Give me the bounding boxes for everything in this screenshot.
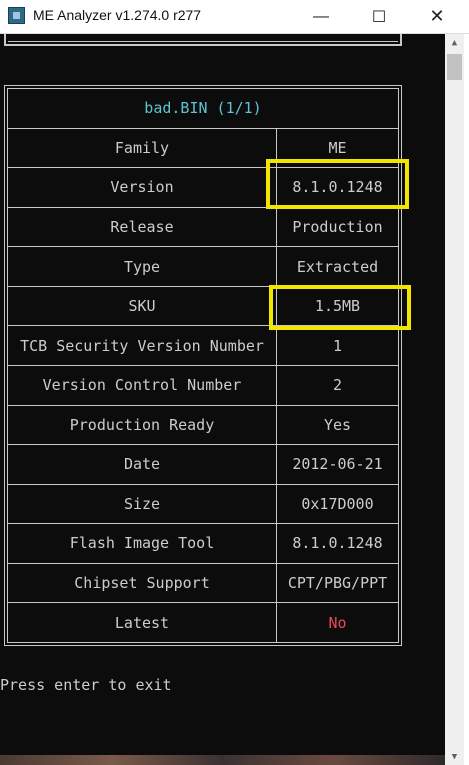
table-row: Size 0x17D000 (7, 483, 399, 525)
table-header-row: bad.BIN (1/1) (7, 88, 399, 129)
row-label: Flash Image Tool (7, 523, 277, 564)
row-value: Extracted (276, 246, 399, 287)
scroll-up-arrow-icon[interactable]: ▲ (445, 34, 464, 51)
close-button[interactable]: ✕ (408, 0, 466, 33)
scroll-down-arrow-icon[interactable]: ▼ (445, 748, 464, 765)
row-label: Type (7, 246, 277, 287)
row-value: 2 (276, 364, 399, 406)
table-row: Type Extracted (7, 246, 399, 287)
exit-prompt: Press enter to exit (0, 676, 172, 694)
version-highlight-box (266, 159, 409, 209)
row-label: Size (7, 483, 277, 525)
row-value: Yes (276, 404, 399, 446)
row-label: SKU (7, 285, 277, 327)
row-value: Production (276, 206, 399, 248)
table-row: Flash Image Tool 8.1.0.1248 (7, 523, 399, 564)
desktop-background-strip (0, 755, 445, 765)
background-window-edge (464, 34, 469, 765)
row-label: Release (7, 206, 277, 248)
row-label: Production Ready (7, 404, 277, 446)
row-label: Latest (7, 602, 277, 643)
title-bar[interactable]: ME Analyzer v1.274.0 r277 — ☐ ✕ (0, 0, 469, 34)
row-label: Version (7, 167, 277, 208)
window-title: ME Analyzer v1.274.0 r277 (33, 7, 202, 23)
row-label: TCB Security Version Number (7, 325, 277, 366)
previous-table-border (4, 34, 402, 46)
row-label: Chipset Support (7, 562, 277, 604)
app-icon (8, 7, 25, 24)
row-value: 2012-06-21 (276, 444, 399, 485)
table-row: Version Control Number 2 (7, 364, 399, 406)
table-row: Date 2012-06-21 (7, 444, 399, 485)
table-row: TCB Security Version Number 1 (7, 325, 399, 366)
table-row: Chipset Support CPT/PBG/PPT (7, 562, 399, 604)
scrollbar-thumb[interactable] (447, 54, 462, 80)
sku-highlight-box (269, 285, 411, 330)
table-row: Release Production (7, 206, 399, 248)
row-label: Date (7, 444, 277, 485)
minimize-button[interactable]: — (292, 0, 350, 33)
row-value: 0x17D000 (276, 483, 399, 525)
row-value: 1 (276, 325, 399, 366)
vertical-scrollbar[interactable]: ▲ ▼ (445, 34, 464, 765)
row-label: Family (7, 127, 277, 169)
latest-status-value: No (276, 602, 399, 643)
row-value: CPT/PBG/PPT (276, 562, 399, 604)
console-output[interactable]: bad.BIN (1/1) Family ME Version 8.1.0.12… (0, 34, 445, 765)
row-value: 8.1.0.1248 (276, 523, 399, 564)
maximize-button[interactable]: ☐ (350, 0, 408, 33)
table-row: Production Ready Yes (7, 404, 399, 446)
row-label: Version Control Number (7, 364, 277, 406)
table-row: Latest No (7, 602, 399, 643)
file-header: bad.BIN (1/1) (7, 88, 399, 129)
